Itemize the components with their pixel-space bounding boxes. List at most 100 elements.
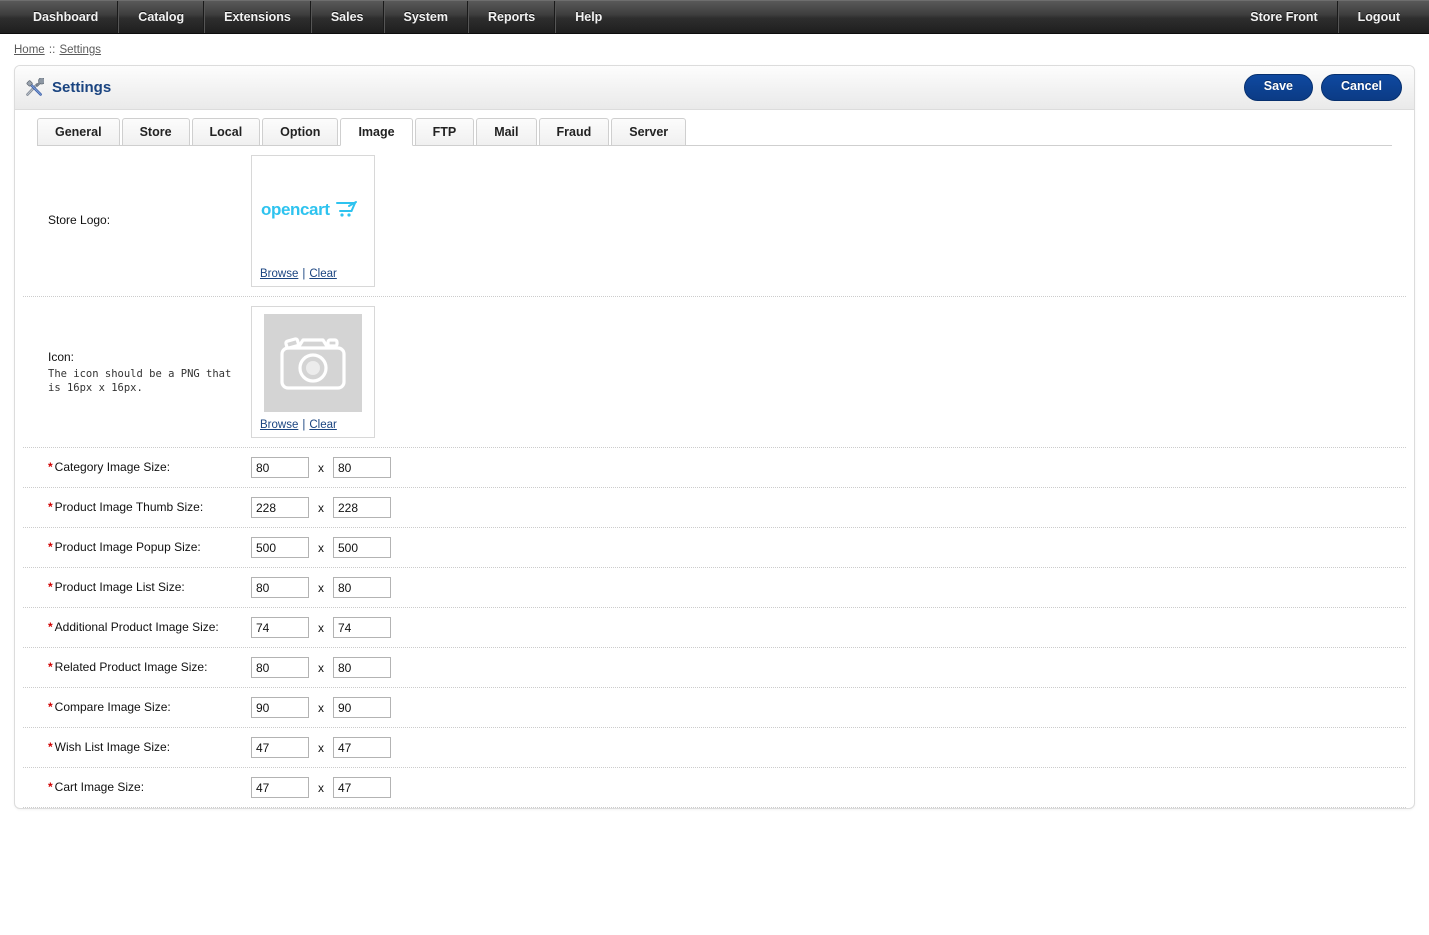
field-label: Store Logo: [23,212,251,229]
tab-general[interactable]: General [37,118,120,146]
image-height-input[interactable] [333,537,391,558]
tab-fraud[interactable]: Fraud [538,118,610,146]
action-separator: | [302,419,306,431]
image-preview[interactable] [260,314,366,412]
browse-link[interactable]: Browse [260,268,298,280]
image-actions: Browse | Clear [260,261,366,280]
field-hint-text: The icon should be a PNG that is 16px x … [48,368,232,395]
field-label-text: Additional Product Image Size: [54,619,219,634]
image-width-input[interactable] [251,777,309,798]
image-width-input[interactable] [251,577,309,598]
cancel-button[interactable]: Cancel [1321,74,1402,101]
page-title: Settings [52,79,112,96]
image-height-input[interactable] [333,777,391,798]
tab-ftp[interactable]: FTP [414,118,475,146]
nav-item-dashboard[interactable]: Dashboard [14,0,119,33]
save-button[interactable]: Save [1243,74,1313,101]
image-height-input[interactable] [333,617,391,638]
image-width-input[interactable] [251,537,309,558]
form-row-additional-product-image-size: *Additional Product Image Size: x [23,608,1406,648]
field-label: * Related Product Image Size: [23,659,251,676]
tab-local[interactable]: Local [191,118,261,146]
breadcrumb: Home :: Settings [0,34,1429,65]
field-control: x [251,528,1406,567]
field-label-text: Cart Image Size: [54,779,145,794]
field-control: x [251,568,1406,607]
nav-item-reports[interactable]: Reports [467,0,556,33]
field-label-text: Category Image Size: [54,459,171,474]
dimension-separator: x [318,700,324,715]
field-label-text: Product Image Thumb Size: [54,499,204,514]
breadcrumb-link-home[interactable]: Home [14,44,45,56]
image-actions: Browse | Clear [260,412,366,431]
image-width-input[interactable] [251,497,309,518]
field-label-text: Compare Image Size: [54,699,171,714]
nav-item-extensions[interactable]: Extensions [204,0,311,33]
image-width-input[interactable] [251,697,309,718]
required-marker: * [48,739,53,754]
browse-link[interactable]: Browse [260,419,298,431]
image-height-input[interactable] [333,577,391,598]
field-control: x [251,728,1406,767]
field-control: opencart Browse | Clear [251,146,1406,296]
required-marker: * [48,459,53,474]
field-control: x [251,448,1406,487]
required-marker: * [48,499,53,514]
settings-tabs: General Store Local Option Image FTP Mail Fraud… [15,110,1414,146]
clear-link[interactable]: Clear [309,419,336,431]
image-height-input[interactable] [333,697,391,718]
field-label-text: Product Image Popup Size: [54,539,201,554]
form-row-product-image-thumb-size: *Product Image Thumb Size: x [23,488,1406,528]
image-width-input[interactable] [251,737,309,758]
field-label: * Category Image Size: [23,459,251,476]
nav-item-store-front[interactable]: Store Front [1231,0,1338,33]
nav-item-catalog[interactable]: Catalog [118,0,205,33]
field-label-text: Store Logo: [48,213,111,228]
dimension-separator: x [318,780,324,795]
image-width-input[interactable] [251,617,309,638]
form-row-related-product-image-size: *Related Product Image Size: x [23,648,1406,688]
image-height-input[interactable] [333,497,391,518]
dimension-separator: x [318,460,324,475]
field-control: x [251,648,1406,687]
dimension-separator: x [318,580,324,595]
field-label: * Product Image Thumb Size: [23,499,251,516]
required-marker: * [48,619,53,634]
image-height-input[interactable] [333,457,391,478]
tab-store[interactable]: Store [121,118,190,146]
image-upload-box[interactable]: Browse | Clear [251,306,375,438]
svg-text:opencart: opencart [261,200,330,219]
nav-item-logout[interactable]: Logout [1337,0,1419,33]
panel-header: Settings Save Cancel [15,66,1414,110]
tab-image[interactable]: Image [340,118,413,146]
image-height-input[interactable] [333,737,391,758]
required-marker: * [48,699,53,714]
tab-mail[interactable]: Mail [476,118,537,146]
form-row-store-logo: Store Logo: opencart Browse | Clear [23,146,1406,297]
tab-server[interactable]: Server [611,118,687,146]
field-label: * Compare Image Size: [23,699,251,716]
image-upload-box[interactable]: opencart Browse | Clear [251,155,375,287]
image-height-input[interactable] [333,657,391,678]
nav-item-system[interactable]: System [383,0,468,33]
form-row-cart-image-size: *Cart Image Size: x [23,768,1406,808]
field-label: Icon: The icon should be a PNG that is 16… [23,349,251,396]
nav-item-help[interactable]: Help [555,0,621,33]
required-marker: * [48,659,53,674]
form-row-category-image-size: *Category Image Size: x [23,448,1406,488]
image-preview[interactable]: opencart [260,163,366,261]
field-control: x [251,768,1406,807]
breadcrumb-separator: :: [45,44,59,56]
tab-option[interactable]: Option [262,118,339,146]
field-label: * Product Image List Size: [23,579,251,596]
clear-link[interactable]: Clear [309,268,336,280]
image-width-input[interactable] [251,457,309,478]
settings-panel: Settings Save Cancel General Store Local Op… [14,65,1415,809]
nav-group-secondary: Store Front Logout [1231,0,1419,33]
breadcrumb-link-settings[interactable]: Settings [59,44,101,56]
image-width-input[interactable] [251,657,309,678]
field-control: x [251,608,1406,647]
field-label: * Product Image Popup Size: [23,539,251,556]
nav-item-sales[interactable]: Sales [310,0,384,33]
dimension-separator: x [318,620,324,635]
